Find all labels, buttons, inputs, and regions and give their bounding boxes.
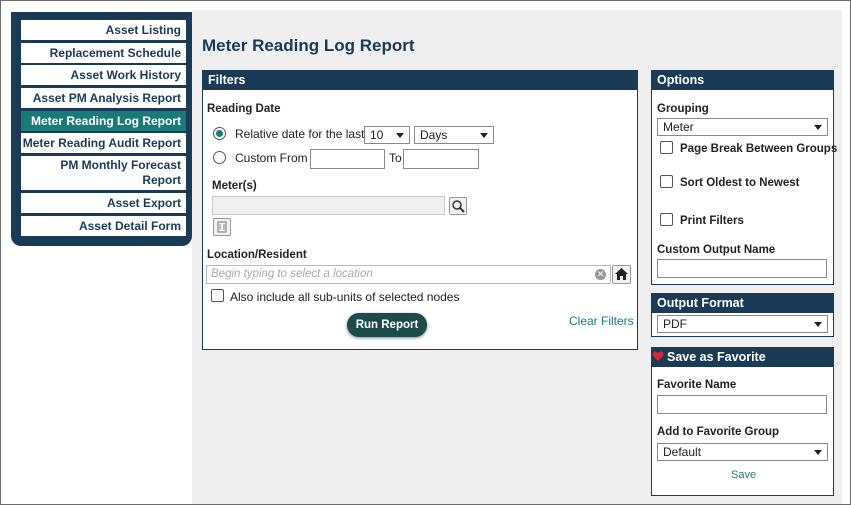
search-icon <box>452 200 465 213</box>
custom-from-input[interactable] <box>310 149 385 169</box>
favorite-name-label: Favorite Name <box>657 379 737 391</box>
output-format-heading: Output Format <box>652 294 833 313</box>
page-title: Meter Reading Log Report <box>202 36 415 55</box>
favorite-heading: Save as Favorite <box>652 348 833 367</box>
custom-output-label: Custom Output Name <box>657 244 776 256</box>
favorite-group-select[interactable]: Default <box>657 443 828 461</box>
favorite-group-value: Default <box>663 445 702 459</box>
reading-date-label: Reading Date <box>207 103 281 115</box>
meters-input[interactable] <box>212 196 445 215</box>
meters-label: Meter(s) <box>212 180 257 192</box>
options-heading: Options <box>652 71 833 90</box>
print-filters-checkbox[interactable] <box>660 213 673 226</box>
sort-oldest-label: Sort Oldest to Newest <box>680 177 800 189</box>
clear-icon[interactable]: ✕ <box>595 269 606 280</box>
include-subunits-checkbox[interactable] <box>211 289 224 302</box>
meter-search-button[interactable] <box>449 197 467 215</box>
custom-date-radio[interactable] <box>213 151 226 164</box>
clear-filters-link[interactable]: Clear Filters <box>569 314 634 328</box>
location-tree-button[interactable] <box>612 265 631 284</box>
sidebar-item-meter-reading-log[interactable]: Meter Reading Log Report <box>21 110 186 131</box>
sidebar-item-asset-export[interactable]: Asset Export <box>21 192 186 213</box>
sort-oldest-checkbox[interactable] <box>660 175 673 188</box>
relative-date-radio[interactable] <box>213 127 226 140</box>
heart-icon <box>652 351 664 361</box>
report-sidebar: Asset Listing Replacement Schedule Asset… <box>11 12 192 246</box>
location-input[interactable]: Begin typing to select a location ✕ <box>206 265 611 284</box>
relative-unit-value: Days <box>420 128 448 142</box>
chevron-down-icon <box>480 133 488 138</box>
meter-icon <box>217 221 227 233</box>
grouping-label: Grouping <box>657 103 709 115</box>
chevron-down-icon <box>814 125 822 130</box>
output-format-select[interactable]: PDF <box>657 315 828 333</box>
relative-unit-select[interactable]: Days <box>414 126 494 144</box>
custom-from-label: Custom From <box>235 151 308 165</box>
relative-count-select[interactable]: 10 <box>364 126 410 144</box>
sidebar-item-replacement-schedule[interactable]: Replacement Schedule <box>21 42 186 63</box>
custom-to-input[interactable] <box>403 149 479 169</box>
sidebar-item-asset-detail-form[interactable]: Asset Detail Form <box>21 215 186 236</box>
grouping-value: Meter <box>663 120 694 134</box>
chevron-down-icon <box>814 322 822 327</box>
include-subunits-label: Also include all sub-units of selected n… <box>230 290 460 304</box>
favorite-name-input[interactable] <box>657 395 827 414</box>
chevron-down-icon <box>396 133 404 138</box>
relative-date-label: Relative date for the last <box>235 127 365 141</box>
grouping-select[interactable]: Meter <box>657 118 828 136</box>
home-icon <box>615 268 628 280</box>
custom-output-input[interactable] <box>657 259 827 278</box>
page-break-label: Page Break Between Groups <box>680 143 838 155</box>
sidebar-item-asset-listing[interactable]: Asset Listing <box>21 20 186 40</box>
location-label: Location/Resident <box>207 249 307 261</box>
filters-heading: Filters <box>203 71 637 90</box>
run-report-button[interactable]: Run Report <box>347 313 427 337</box>
sidebar-item-meter-reading-audit[interactable]: Meter Reading Audit Report <box>21 133 186 154</box>
page-break-checkbox[interactable] <box>660 141 673 154</box>
custom-to-label: To <box>389 151 402 165</box>
sidebar-item-asset-pm-analysis[interactable]: Asset PM Analysis Report <box>21 88 186 109</box>
relative-count-value: 10 <box>370 128 384 142</box>
favorite-group-label: Add to Favorite Group <box>657 426 780 438</box>
save-favorite-link[interactable]: Save <box>731 469 756 481</box>
location-placeholder: Begin typing to select a location <box>211 268 373 280</box>
chevron-down-icon <box>814 450 822 455</box>
sidebar-item-pm-monthly-forecast[interactable]: PM Monthly Forecast Report <box>21 156 186 191</box>
sidebar-item-asset-work-history[interactable]: Asset Work History <box>21 65 186 86</box>
print-filters-label: Print Filters <box>680 215 744 227</box>
output-format-value: PDF <box>663 317 687 331</box>
meter-picker-button[interactable] <box>213 218 231 236</box>
